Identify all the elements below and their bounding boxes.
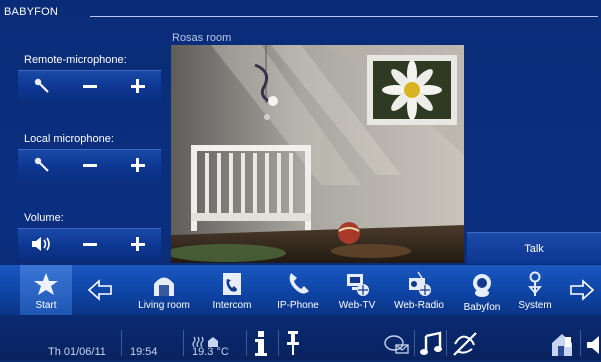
nav-intercom[interactable]: Intercom (204, 265, 260, 315)
star-icon (33, 271, 59, 297)
plus-icon (130, 237, 145, 251)
house-door-icon (552, 334, 572, 356)
title-bar: BABYFON (0, 0, 601, 22)
local-mic-minus-button[interactable] (66, 150, 114, 180)
minus-icon (83, 84, 97, 88)
status-separator (278, 330, 279, 356)
microphone-icon (34, 157, 49, 172)
pin-button[interactable] (286, 330, 300, 356)
local-mic-controls (18, 149, 161, 180)
nav-start[interactable]: Start (20, 265, 72, 315)
volume-mute-button[interactable] (18, 229, 66, 259)
status-separator (414, 330, 415, 356)
status-separator (246, 330, 247, 356)
nav-web-radio[interactable]: Web-Radio (388, 265, 450, 315)
nav-babyfon[interactable]: Babyfon (454, 265, 510, 315)
volume-controls (18, 228, 161, 259)
remote-mic-plus-button[interactable] (114, 71, 161, 101)
nav-web-tv-label: Web-TV (338, 300, 376, 311)
phone-icon (285, 271, 311, 297)
volume-minus-button[interactable] (66, 229, 114, 259)
remote-mic-toggle-button[interactable] (18, 71, 66, 101)
status-time: 19:54 (130, 346, 158, 358)
speaker-icon (32, 237, 50, 251)
remote-mic-controls (18, 70, 161, 101)
nav-scroll-left-button[interactable] (78, 265, 122, 315)
remote-mic-label: Remote-microphone: (24, 54, 127, 66)
microphone-icon (34, 78, 49, 93)
nav-bar: Start Living room Intercom IP-Phone Web-… (0, 265, 601, 315)
status-date: Th 01/06/11 (48, 346, 106, 358)
title-divider (90, 16, 598, 17)
info-icon (255, 331, 267, 356)
volume-plus-button[interactable] (114, 229, 161, 259)
message-button[interactable] (384, 334, 410, 356)
plus-icon (130, 158, 145, 172)
status-temperature: 19.3 °C (192, 346, 229, 358)
local-mic-label: Local microphone: (24, 133, 114, 145)
arrow-left-icon (87, 279, 112, 301)
nav-scroll-right-button[interactable] (563, 265, 601, 315)
pin-icon (287, 331, 299, 355)
info-button[interactable] (254, 331, 268, 357)
status-separator (121, 330, 122, 356)
nav-system-label: System (518, 300, 552, 311)
pacifier-icon (469, 273, 495, 299)
nav-ip-phone-label: IP-Phone (277, 300, 319, 311)
room-name: Rosas room (172, 32, 232, 44)
talk-button[interactable]: Talk (467, 232, 601, 264)
muted-speaker-icon (453, 332, 477, 356)
room-camera-image (171, 45, 464, 263)
nav-start-label: Start (35, 300, 57, 311)
talk-label: Talk (524, 242, 544, 255)
minus-icon (83, 163, 97, 167)
music-note-icon (420, 331, 442, 355)
mute-button[interactable] (452, 331, 478, 357)
babyfon-screen: BABYFON Remote-microphone: Local microph… (0, 0, 601, 360)
remote-mic-minus-button[interactable] (66, 71, 114, 101)
intercom-icon (219, 271, 245, 297)
nursery-picture (171, 45, 464, 263)
arrow-right-icon (570, 279, 595, 301)
house-icon (151, 271, 177, 297)
status-separator (183, 330, 184, 356)
nav-web-tv[interactable]: Web-TV (330, 265, 384, 315)
local-mic-toggle-button[interactable] (18, 150, 66, 180)
music-button[interactable] (420, 331, 442, 357)
nav-web-radio-label: Web-Radio (394, 300, 444, 311)
status-separator (580, 330, 581, 356)
nav-living-room[interactable]: Living room (128, 265, 200, 315)
local-mic-plus-button[interactable] (114, 150, 161, 180)
minus-icon (83, 242, 97, 246)
radio-icon (406, 271, 432, 297)
app-title: BABYFON (4, 6, 58, 18)
nav-living-room-label: Living room (138, 300, 190, 311)
system-icon (522, 271, 548, 297)
status-separator (446, 330, 447, 356)
door-station-button[interactable] (550, 331, 576, 357)
volume-button[interactable] (585, 334, 601, 356)
nav-babyfon-label: Babyfon (463, 302, 501, 313)
plus-icon (130, 79, 145, 93)
nav-intercom-label: Intercom (212, 300, 252, 311)
speaker-icon (587, 336, 599, 354)
volume-label: Volume: (24, 212, 64, 224)
nav-system[interactable]: System (510, 265, 560, 315)
nav-ip-phone[interactable]: IP-Phone (270, 265, 326, 315)
message-icon (384, 335, 409, 354)
tv-icon (344, 271, 370, 297)
